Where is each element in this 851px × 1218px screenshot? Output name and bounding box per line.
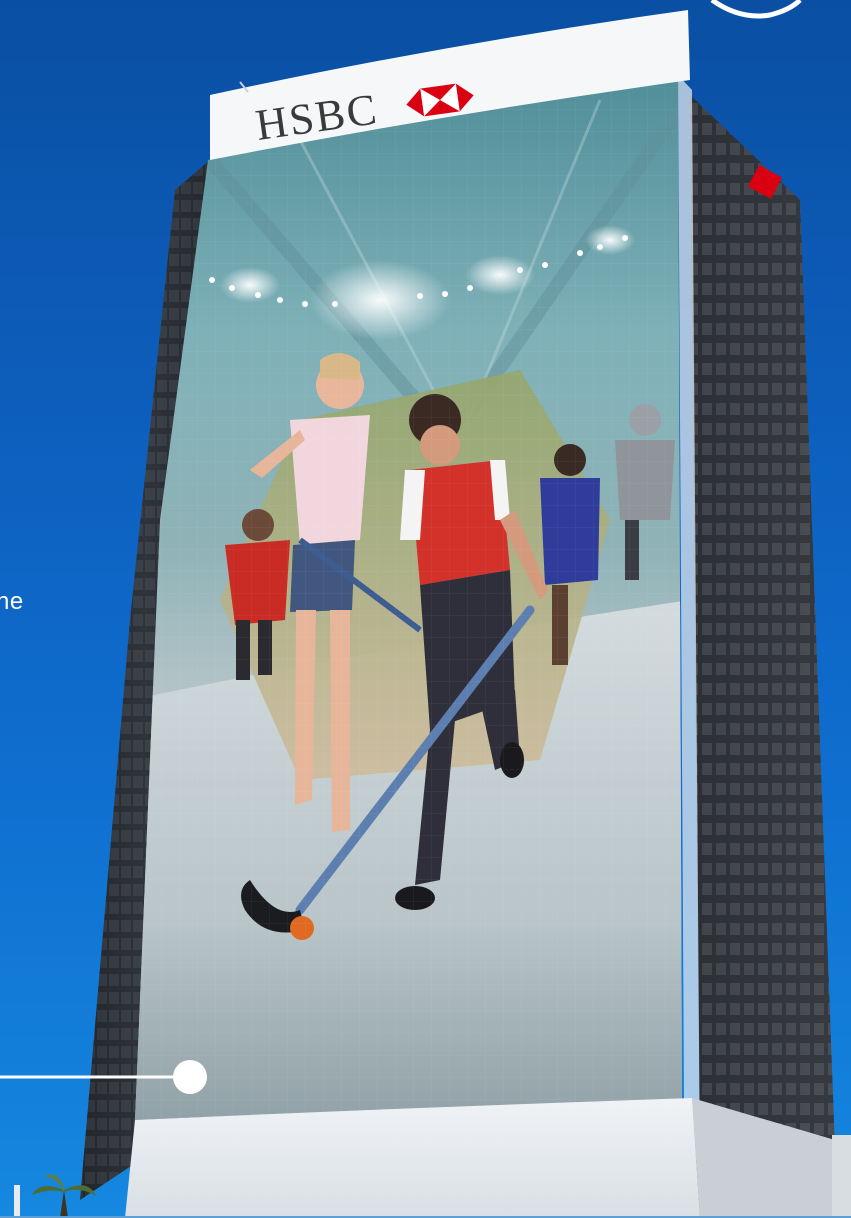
- building-illustration: HSBC: [0, 0, 851, 1218]
- video-screen: [135, 75, 682, 1120]
- caption-fragment: ne: [0, 588, 24, 615]
- photo-scene: HSBC ne: [0, 0, 851, 1218]
- callout-dot-icon: [173, 1060, 207, 1094]
- swoosh-decoration: [710, 0, 802, 19]
